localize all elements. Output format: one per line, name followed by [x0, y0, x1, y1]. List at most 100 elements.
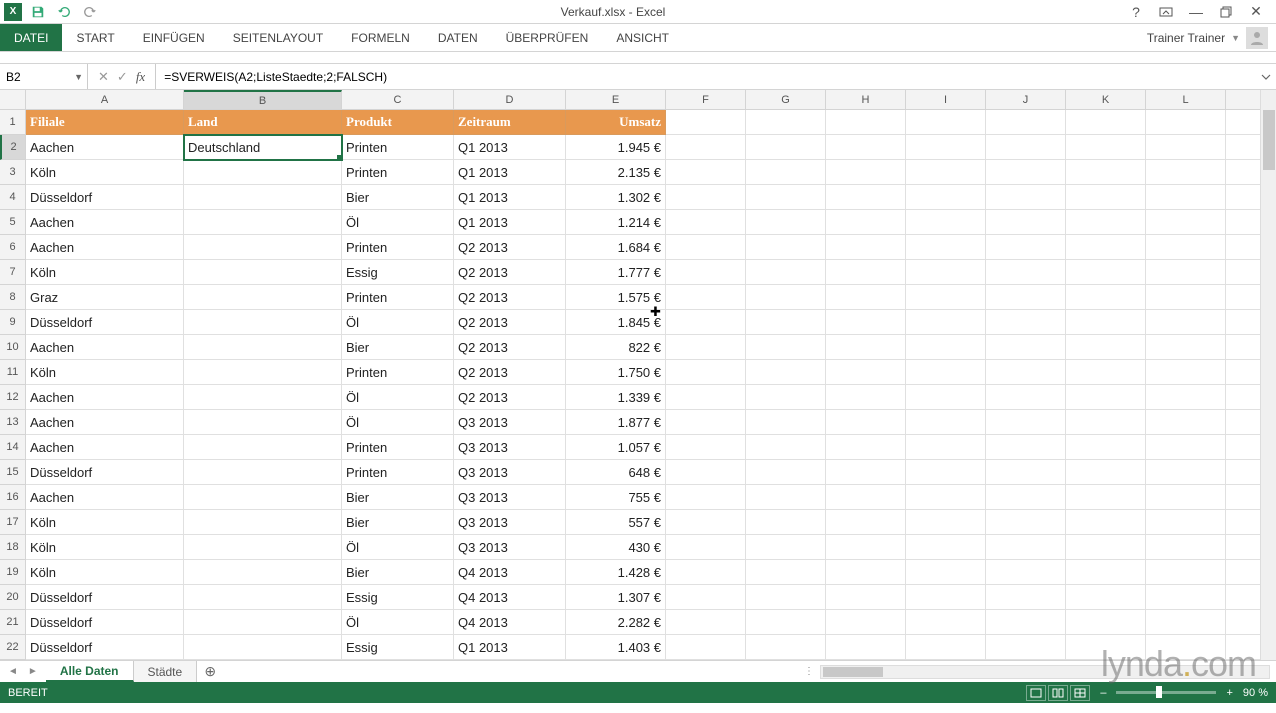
cell[interactable]: Q2 2013 — [454, 235, 566, 260]
cell[interactable] — [1146, 185, 1226, 210]
user-name[interactable]: Trainer Trainer — [1147, 31, 1225, 45]
table-header-cell[interactable]: Filiale — [26, 110, 184, 135]
cell[interactable]: Q1 2013 — [454, 135, 566, 160]
cell[interactable] — [666, 235, 746, 260]
cell[interactable] — [666, 335, 746, 360]
cell[interactable] — [666, 310, 746, 335]
ribbon-options-button[interactable] — [1156, 2, 1176, 22]
name-box[interactable]: ▼ — [0, 64, 88, 89]
cell[interactable]: Düsseldorf — [26, 635, 184, 660]
cell[interactable] — [986, 210, 1066, 235]
formula-bar-expand-icon[interactable] — [1256, 64, 1276, 89]
column-header[interactable]: B — [184, 90, 342, 110]
cell[interactable] — [906, 310, 986, 335]
zoom-slider[interactable] — [1116, 691, 1216, 694]
cell[interactable] — [826, 610, 906, 635]
cell[interactable]: Printen — [342, 285, 454, 310]
cell[interactable] — [1066, 335, 1146, 360]
cell[interactable] — [986, 160, 1066, 185]
cell[interactable]: Bier — [342, 510, 454, 535]
cell[interactable] — [666, 535, 746, 560]
cell[interactable]: Printen — [342, 460, 454, 485]
cell[interactable]: Q1 2013 — [454, 635, 566, 660]
cell[interactable]: Q3 2013 — [454, 460, 566, 485]
cell[interactable] — [184, 485, 342, 510]
cell[interactable] — [666, 410, 746, 435]
cell[interactable] — [1146, 435, 1226, 460]
cell[interactable] — [1066, 410, 1146, 435]
cell[interactable]: Köln — [26, 360, 184, 385]
cell[interactable] — [666, 160, 746, 185]
cell[interactable] — [746, 310, 826, 335]
cell[interactable] — [746, 235, 826, 260]
column-header[interactable]: F — [666, 90, 746, 110]
row-header[interactable]: 5 — [0, 210, 26, 235]
row-header[interactable]: 7 — [0, 260, 26, 285]
cell[interactable] — [1066, 310, 1146, 335]
cell[interactable]: 2.282 € — [566, 610, 666, 635]
cell[interactable]: Köln — [26, 535, 184, 560]
cell[interactable]: Q4 2013 — [454, 610, 566, 635]
view-page-break-button[interactable] — [1070, 685, 1090, 701]
cell[interactable] — [906, 635, 986, 660]
cell[interactable]: Köln — [26, 160, 184, 185]
cell[interactable] — [986, 285, 1066, 310]
cell[interactable]: 1.403 € — [566, 635, 666, 660]
cell[interactable] — [184, 335, 342, 360]
row-header[interactable]: 14 — [0, 435, 26, 460]
column-header[interactable]: H — [826, 90, 906, 110]
cell[interactable] — [906, 535, 986, 560]
cell[interactable] — [1066, 610, 1146, 635]
cell[interactable] — [666, 360, 746, 385]
sheet-nav-prev-icon[interactable]: ◄ — [8, 666, 18, 677]
cell[interactable] — [986, 385, 1066, 410]
cell[interactable]: Q3 2013 — [454, 485, 566, 510]
column-header[interactable]: C — [342, 90, 454, 110]
cell[interactable] — [826, 535, 906, 560]
cell[interactable] — [1146, 135, 1226, 160]
cell[interactable] — [986, 335, 1066, 360]
tab-ueberpruefen[interactable]: ÜBERPRÜFEN — [492, 24, 603, 51]
view-page-layout-button[interactable] — [1048, 685, 1068, 701]
cell[interactable]: Öl — [342, 385, 454, 410]
cell[interactable] — [666, 110, 746, 135]
cell[interactable] — [1066, 210, 1146, 235]
cell[interactable] — [666, 460, 746, 485]
cell[interactable] — [1146, 235, 1226, 260]
cell[interactable] — [826, 485, 906, 510]
undo-button[interactable] — [54, 2, 74, 22]
cell[interactable] — [826, 335, 906, 360]
cell[interactable] — [826, 360, 906, 385]
tab-ansicht[interactable]: ANSICHT — [602, 24, 683, 51]
row-header[interactable]: 18 — [0, 535, 26, 560]
cell[interactable] — [746, 185, 826, 210]
cell[interactable] — [746, 560, 826, 585]
cell[interactable]: Köln — [26, 260, 184, 285]
cell[interactable] — [746, 485, 826, 510]
cell[interactable] — [826, 460, 906, 485]
cell[interactable] — [826, 310, 906, 335]
cell[interactable] — [826, 560, 906, 585]
save-button[interactable] — [28, 2, 48, 22]
cell[interactable] — [906, 135, 986, 160]
cell[interactable] — [1066, 435, 1146, 460]
table-header-cell[interactable]: Zeitraum — [454, 110, 566, 135]
cell[interactable] — [746, 410, 826, 435]
column-header[interactable]: K — [1066, 90, 1146, 110]
cell[interactable] — [746, 210, 826, 235]
cell[interactable]: Q3 2013 — [454, 535, 566, 560]
cell[interactable]: Aachen — [26, 235, 184, 260]
cell[interactable] — [1146, 635, 1226, 660]
cell[interactable] — [184, 585, 342, 610]
cell[interactable]: Aachen — [26, 435, 184, 460]
table-header-cell[interactable]: Umsatz — [566, 110, 666, 135]
row-header[interactable]: 17 — [0, 510, 26, 535]
cell[interactable] — [1146, 410, 1226, 435]
row-header[interactable]: 11 — [0, 360, 26, 385]
cell[interactable] — [1146, 535, 1226, 560]
cell[interactable] — [826, 110, 906, 135]
cell[interactable] — [986, 535, 1066, 560]
cell[interactable] — [1146, 610, 1226, 635]
cell[interactable] — [906, 385, 986, 410]
name-box-input[interactable] — [6, 70, 66, 84]
